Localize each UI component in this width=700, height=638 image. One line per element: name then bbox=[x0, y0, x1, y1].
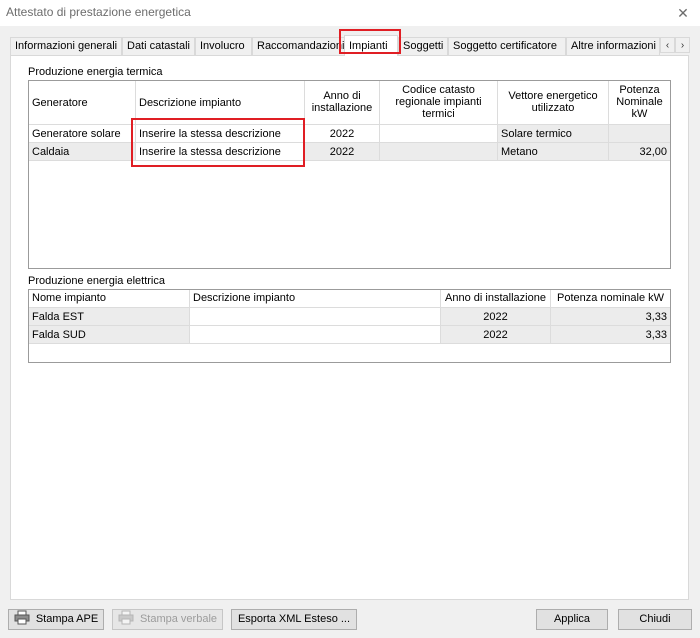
tab-strip: Informazioni generali Dati catastali Inv… bbox=[10, 35, 690, 56]
col-header-nome-impianto[interactable]: Nome impianto bbox=[29, 290, 190, 308]
stampa-ape-button[interactable]: Stampa APE bbox=[8, 609, 104, 630]
col-header-potenza[interactable]: Potenza Nominale kW bbox=[609, 81, 670, 125]
tab-informazioni-generali[interactable]: Informazioni generali bbox=[10, 37, 122, 55]
col-header-descrizione[interactable]: Descrizione impianto bbox=[136, 81, 305, 125]
title-bar: Attestato di prestazione energetica ✕ bbox=[0, 0, 700, 26]
col-header-vettore[interactable]: Vettore energetico utilizzato bbox=[498, 81, 609, 125]
electric-row-2-anno[interactable]: 2022 bbox=[441, 326, 551, 344]
applica-button[interactable]: Applica bbox=[536, 609, 608, 630]
col-header-potenza-nominale[interactable]: Potenza nominale kW bbox=[551, 290, 670, 308]
electric-grid: Nome impianto Descrizione impianto Anno … bbox=[28, 289, 671, 363]
electric-row-2-potenza[interactable]: 3,33 bbox=[551, 326, 670, 344]
tab-scroll-right-icon[interactable]: › bbox=[675, 37, 690, 53]
chiudi-button[interactable]: Chiudi bbox=[618, 609, 692, 630]
col-header-descrizione-impianto[interactable]: Descrizione impianto bbox=[190, 290, 441, 308]
col-header-codice[interactable]: Codice catasto regionale impianti termic… bbox=[380, 81, 498, 125]
window-title: Attestato di prestazione energetica bbox=[6, 5, 191, 19]
thermal-group-label: Produzione energia termica bbox=[28, 66, 163, 78]
tab-altre-informazioni[interactable]: Altre informazioni bbox=[566, 37, 660, 55]
printer-icon bbox=[118, 610, 134, 625]
tab-dati-catastali[interactable]: Dati catastali bbox=[122, 37, 195, 55]
thermal-row-1-codice[interactable] bbox=[380, 125, 498, 143]
electric-row-2-descrizione[interactable] bbox=[190, 326, 441, 344]
tab-impianti[interactable]: Impianti bbox=[344, 35, 398, 56]
thermal-row-1-potenza[interactable] bbox=[609, 125, 670, 143]
printer-icon bbox=[14, 610, 30, 625]
thermal-row-2-vettore[interactable]: Metano bbox=[498, 143, 609, 161]
stampa-verbale-label: Stampa verbale bbox=[139, 613, 218, 625]
thermal-row-2-descrizione[interactable]: Inserire la stessa descrizione bbox=[136, 143, 305, 161]
stampa-verbale-button[interactable]: Stampa verbale bbox=[112, 609, 223, 630]
thermal-row-1-anno[interactable]: 2022 bbox=[305, 125, 380, 143]
close-icon[interactable]: ✕ bbox=[666, 0, 700, 26]
tab-involucro[interactable]: Involucro bbox=[195, 37, 252, 55]
electric-row-1-descrizione[interactable] bbox=[190, 308, 441, 326]
electric-row-1-potenza[interactable]: 3,33 bbox=[551, 308, 670, 326]
thermal-row-1-vettore[interactable]: Solare termico bbox=[498, 125, 609, 143]
col-header-generatore[interactable]: Generatore bbox=[29, 81, 136, 125]
thermal-row-1-descrizione[interactable]: Inserire la stessa descrizione bbox=[136, 125, 305, 143]
stampa-ape-label: Stampa APE bbox=[35, 613, 99, 625]
esporta-xml-button[interactable]: Esporta XML Esteso ... bbox=[231, 609, 357, 630]
col-header-anno[interactable]: Anno di installazione bbox=[305, 81, 380, 125]
thermal-row-2-potenza[interactable]: 32,00 bbox=[609, 143, 670, 161]
electric-row-1-anno[interactable]: 2022 bbox=[441, 308, 551, 326]
thermal-row-2-codice[interactable] bbox=[380, 143, 498, 161]
electric-group-label: Produzione energia elettrica bbox=[28, 275, 165, 287]
thermal-row-2-anno[interactable]: 2022 bbox=[305, 143, 380, 161]
electric-row-1-nome[interactable]: Falda EST bbox=[29, 308, 190, 326]
tab-soggetto-certificatore[interactable]: Soggetto certificatore bbox=[448, 37, 566, 55]
thermal-row-1-generatore[interactable]: Generatore solare bbox=[29, 125, 136, 143]
thermal-row-2-generatore[interactable]: Caldaia bbox=[29, 143, 136, 161]
tab-scroll-left-icon[interactable]: ‹ bbox=[660, 37, 675, 53]
thermal-grid: Generatore Descrizione impianto Anno di … bbox=[28, 80, 671, 269]
col-header-anno-installazione[interactable]: Anno di installazione bbox=[441, 290, 551, 308]
tab-soggetti[interactable]: Soggetti bbox=[398, 37, 448, 55]
electric-row-2-nome[interactable]: Falda SUD bbox=[29, 326, 190, 344]
tab-raccomandazioni[interactable]: Raccomandazioni bbox=[252, 37, 345, 55]
